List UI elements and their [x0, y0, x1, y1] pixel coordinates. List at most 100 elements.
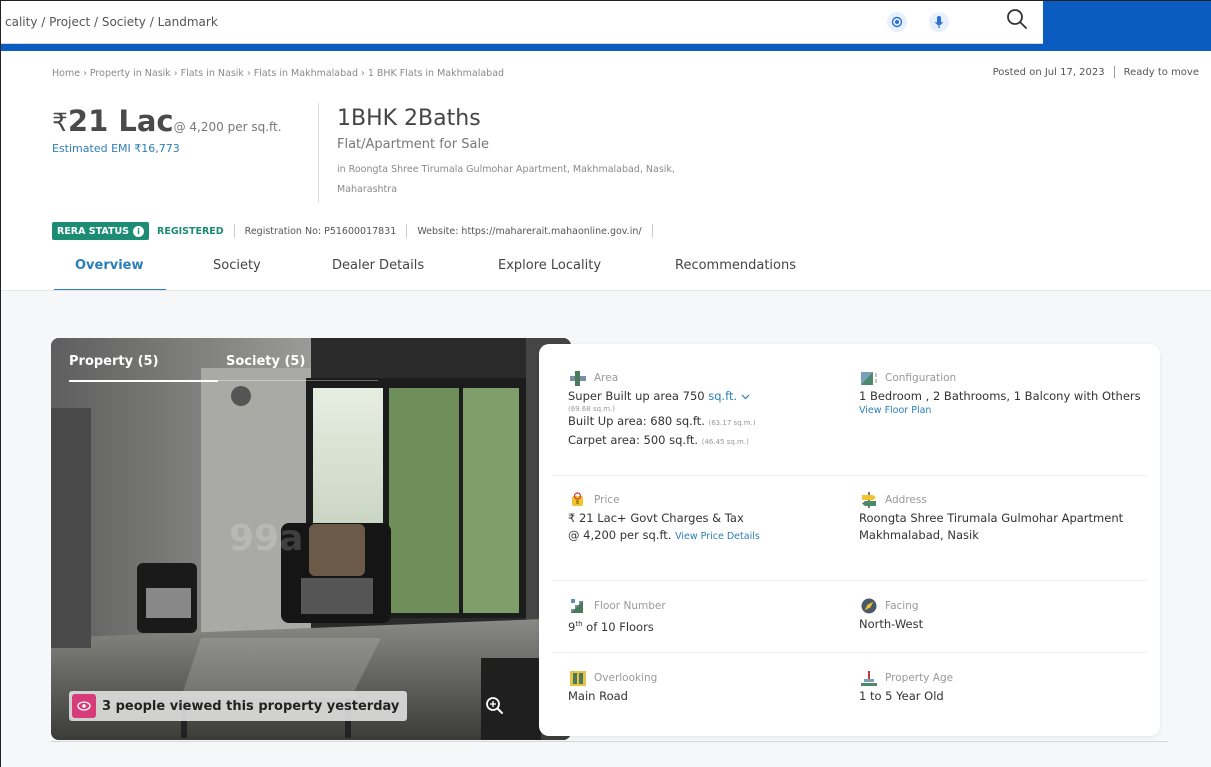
rera-registration-no: Registration No: P51600017831	[244, 225, 397, 237]
area-unit-selector[interactable]: sq.ft.	[708, 389, 750, 403]
breadcrumb-separator: ›	[83, 68, 87, 79]
address-section: Address Roongta Shree Tirumala Gulmohar …	[859, 490, 1149, 544]
built-up-value: Built Up area: 680 sq.ft.	[568, 414, 705, 428]
breadcrumb-item[interactable]: 1 BHK Flats in Makhmalabad	[368, 68, 504, 79]
tab-overview[interactable]: Overview	[54, 255, 166, 291]
listing-title: 1BHK 2Baths	[337, 106, 481, 131]
area-icon	[570, 371, 586, 386]
breadcrumb-item[interactable]: Flats in Makhmalabad	[254, 68, 358, 79]
search-input[interactable]	[5, 11, 765, 33]
property-photo-gallery[interactable]: 99a Property (5) Society (5) 3 people vi…	[51, 338, 571, 740]
breadcrumb-item[interactable]: Property in Nasik	[90, 68, 171, 79]
configuration-label-row: Configuration	[859, 368, 1149, 388]
floor-section: Floor Number 9th of 10 Floors	[568, 596, 828, 636]
room-photo	[51, 338, 571, 740]
floor-total: of 10 Floors	[586, 619, 654, 634]
window-icon	[570, 671, 586, 686]
rera-registered: REGISTERED	[157, 225, 224, 237]
details-separator	[553, 652, 1147, 653]
posted-info: Posted on Jul 17, 2023 Ready to move	[993, 66, 1199, 78]
breadcrumb-separator: ›	[246, 68, 251, 79]
price-tag-icon	[572, 492, 583, 506]
area-section: Area Super Built up area 750 sq.ft. (69.…	[568, 368, 828, 451]
configuration-label: Configuration	[885, 372, 957, 384]
breadcrumb-item[interactable]: Home	[52, 68, 80, 79]
posted-date: Posted on Jul 17, 2023	[992, 67, 1105, 78]
photo-tab-active-indicator	[69, 380, 218, 382]
details-separator	[553, 580, 1147, 581]
info-icon[interactable]: i	[133, 225, 145, 237]
facing-label-row: Facing	[859, 596, 1149, 616]
breadcrumb-separator: ›	[173, 68, 178, 79]
property-age-label-row: Property Age	[859, 668, 1149, 688]
zoom-icon[interactable]	[481, 693, 507, 719]
address-line-1: Roongta Shree Tirumala Gulmohar Apartmen…	[859, 511, 1124, 525]
rera-status-badge[interactable]: RERA STATUS i	[52, 222, 150, 240]
rera-separator	[406, 224, 408, 238]
tab-label: Society	[213, 258, 261, 273]
tab-label: Recommendations	[675, 258, 797, 273]
currency-symbol: ₹	[52, 108, 68, 137]
carpet-value: Carpet area: 500 sq.ft.	[568, 433, 699, 447]
address-label: Address	[885, 494, 927, 506]
rera-separator	[651, 224, 653, 238]
tab-society[interactable]: Society	[213, 255, 283, 291]
overlooking-section: Overlooking Main Road	[568, 668, 828, 705]
price-amount: 21 Lac	[67, 104, 174, 138]
breadcrumb-separator: ›	[361, 68, 365, 79]
photo-watermark: 99a	[229, 518, 304, 559]
area-label: Area	[594, 372, 619, 384]
facing-value: North-West	[859, 617, 924, 631]
rera-badge-label: RERA STATUS	[57, 225, 130, 237]
overlooking-value: Main Road	[568, 689, 628, 703]
carpet-area: Carpet area: 500 sq.ft. (46.45 sq.m.)	[568, 432, 828, 451]
view-price-details-link[interactable]: View Price Details	[675, 531, 760, 542]
view-floor-plan-link[interactable]: View Floor Plan	[859, 405, 1149, 416]
views-badge: 3 people viewed this property yesterday	[69, 691, 408, 721]
photo-tab-underline	[218, 380, 378, 381]
compass-icon	[861, 598, 877, 614]
header-divider	[318, 103, 319, 203]
section-divider	[51, 741, 1168, 742]
floor-suffix: th	[575, 620, 583, 628]
search-icon[interactable]	[1004, 6, 1030, 32]
photo-tabs: Property (5) Society (5)	[69, 354, 379, 382]
floor-stairs-icon	[571, 599, 583, 613]
rera-website[interactable]: Website: https://maharerait.mahaonline.g…	[417, 226, 641, 237]
price-per-sqft: @ 4,200 per sq.ft.	[173, 120, 282, 134]
rera-separator	[233, 224, 235, 238]
breadcrumb-item[interactable]: Flats in Nasik	[181, 68, 244, 79]
address-label-row: Address	[859, 490, 1149, 510]
search-box	[1, 1, 1043, 44]
location-icon[interactable]	[887, 12, 907, 32]
photo-tab-society[interactable]: Society (5)	[226, 354, 305, 369]
property-age-icon	[861, 671, 877, 686]
estimated-emi-link[interactable]: Estimated EMI ₹16,773	[52, 142, 282, 155]
super-built-up-area: Super Built up area 750 sq.ft.	[568, 388, 828, 405]
facing-label: Facing	[885, 600, 919, 612]
chevron-down-icon	[741, 394, 750, 400]
mic-icon[interactable]	[929, 12, 949, 32]
tab-label: Overview	[75, 258, 144, 273]
top-search-bar	[1, 1, 1211, 51]
price-per-value: @ 4,200 per sq.ft.	[568, 528, 672, 542]
photo-tab-property[interactable]: Property (5)	[69, 354, 159, 369]
facing-section: Facing North-West	[859, 596, 1149, 633]
listing-subtitle: Flat/Apartment for Sale	[337, 137, 490, 152]
built-up-area: Built Up area: 680 sq.ft. (63.17 sq.m.)	[568, 413, 828, 432]
property-age-label: Property Age	[885, 672, 954, 684]
tab-explore-locality[interactable]: Explore Locality	[498, 255, 618, 291]
carpet-sqm: (46.45 sq.m.)	[701, 438, 749, 446]
tab-dealer-details[interactable]: Dealer Details	[332, 255, 442, 291]
details-separator	[553, 475, 1147, 476]
possession-status: Ready to move	[1123, 67, 1199, 78]
signpost-icon	[862, 492, 876, 508]
floor-value: 9th of 10 Floors	[568, 616, 828, 636]
rera-row: RERA STATUS i REGISTERED Registration No…	[52, 222, 663, 240]
configuration-section: Configuration 1 Bedroom , 2 Bathrooms, 1…	[859, 368, 1149, 416]
price-per-sqft-row: @ 4,200 per sq.ft. View Price Details	[568, 527, 828, 545]
tab-label: Explore Locality	[498, 258, 602, 273]
super-built-up-sqm: (69.68 sq.m.)	[568, 405, 616, 413]
tab-recommendations[interactable]: Recommendations	[675, 255, 815, 291]
price-value: ₹ 21 Lac+ Govt Charges & Tax	[568, 511, 744, 525]
